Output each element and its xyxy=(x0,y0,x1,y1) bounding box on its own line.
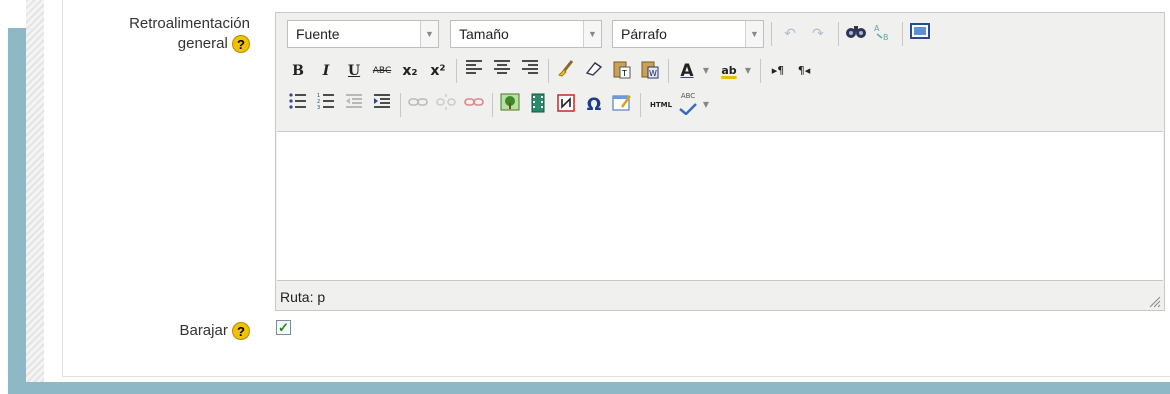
format-select[interactable]: Párrafo ▼ xyxy=(612,20,764,48)
subscript-button[interactable]: x₂ xyxy=(398,59,422,83)
frame-hatch xyxy=(26,0,44,382)
panel-divider xyxy=(62,0,63,376)
html-source-button[interactable]: HTML xyxy=(646,93,676,117)
editor-content-area[interactable] xyxy=(277,131,1163,281)
italic-button[interactable]: I xyxy=(314,59,338,83)
rich-text-editor: Fuente ▼ Tamaño ▼ Párrafo ▼ ↶ ↷ AB B I U… xyxy=(275,12,1165,311)
frame-bottom-border xyxy=(8,382,1170,394)
svg-text:B: B xyxy=(883,33,889,42)
ltr-icon[interactable]: ▸¶ xyxy=(766,59,790,83)
text-color-dropdown-icon[interactable]: ▼ xyxy=(700,59,712,83)
feedback-label-line1: Retroalimentación xyxy=(129,15,250,32)
spellcheck-label: ABC xyxy=(680,92,696,100)
special-char-button[interactable]: Ω xyxy=(582,93,606,117)
chevron-down-icon: ▼ xyxy=(583,21,601,47)
frame-left-border xyxy=(8,28,26,394)
underline-button[interactable]: U xyxy=(342,59,366,83)
replace-icon[interactable]: AB xyxy=(872,22,896,46)
find-icon[interactable] xyxy=(844,22,868,46)
feedback-label-line2-row: general ? xyxy=(72,34,250,54)
bold-button[interactable]: B xyxy=(286,59,310,83)
size-select[interactable]: Tamaño ▼ xyxy=(450,20,602,48)
font-select[interactable]: Fuente ▼ xyxy=(287,20,439,48)
toolbar-separator xyxy=(902,22,903,46)
chevron-down-icon: ▼ xyxy=(420,21,438,47)
align-right-icon[interactable] xyxy=(518,59,542,83)
link-icon[interactable] xyxy=(406,93,430,117)
outdent-icon[interactable] xyxy=(342,93,366,117)
undo-icon[interactable]: ↶ xyxy=(778,22,802,46)
insert-image-icon[interactable] xyxy=(498,93,522,117)
anchor-icon[interactable] xyxy=(462,93,486,117)
cleanup-brush-icon[interactable] xyxy=(554,59,578,83)
feedback-label-line2: general xyxy=(177,35,228,52)
spellcheck-button[interactable]: ABC xyxy=(676,91,700,116)
toolbar-separator xyxy=(668,59,669,83)
spellcheck-dropdown-icon[interactable]: ▼ xyxy=(700,93,712,117)
panel-bottom-line xyxy=(62,376,1170,377)
paste-text-icon[interactable]: T xyxy=(610,59,634,83)
svg-text:3: 3 xyxy=(317,105,320,109)
toolbar-separator xyxy=(771,22,772,46)
numbered-list-icon[interactable]: 123 xyxy=(314,93,338,117)
size-select-value: Tamaño xyxy=(459,26,509,42)
insert-media-icon[interactable] xyxy=(526,93,550,117)
highlight-dropdown-icon[interactable]: ▼ xyxy=(742,59,754,83)
svg-text:T: T xyxy=(621,69,627,78)
svg-text:A: A xyxy=(874,24,880,33)
svg-text:W: W xyxy=(649,69,657,78)
highlight-color-button[interactable]: ab xyxy=(716,59,742,83)
align-left-icon[interactable] xyxy=(462,59,486,83)
toolbar-separator xyxy=(838,22,839,46)
toolbar-separator xyxy=(492,93,493,117)
toolbar-separator xyxy=(400,93,401,117)
toolbar-separator xyxy=(760,59,761,83)
text-color-button[interactable]: A xyxy=(674,59,700,83)
rtl-icon[interactable]: ¶◂ xyxy=(792,59,816,83)
nonbreaking-icon[interactable] xyxy=(554,93,578,117)
toolbar-separator xyxy=(456,59,457,83)
toolbar-separator xyxy=(548,59,549,83)
superscript-button[interactable]: x² xyxy=(426,59,450,83)
feedback-label: Retroalimentación general ? xyxy=(72,14,250,54)
help-icon[interactable]: ? xyxy=(232,35,250,54)
chevron-down-icon: ▼ xyxy=(745,21,763,47)
redo-icon[interactable]: ↷ xyxy=(806,22,830,46)
shuffle-label-row: Barajar ? xyxy=(72,321,250,341)
help-icon[interactable]: ? xyxy=(232,322,250,341)
align-center-icon[interactable] xyxy=(490,59,514,83)
template-icon[interactable] xyxy=(610,93,634,117)
shuffle-checkbox[interactable]: ✓ xyxy=(276,320,291,335)
format-select-value: Párrafo xyxy=(621,26,667,42)
strikethrough-button[interactable]: ABC xyxy=(370,59,394,83)
shuffle-label: Barajar xyxy=(179,322,228,339)
editor-path: Ruta: p xyxy=(280,289,326,305)
resize-grip-icon[interactable] xyxy=(1149,295,1161,308)
paste-word-icon[interactable]: W xyxy=(638,59,662,83)
unlink-icon[interactable] xyxy=(434,93,458,117)
eraser-icon[interactable] xyxy=(582,59,606,83)
bullet-list-icon[interactable] xyxy=(286,93,310,117)
fullscreen-icon[interactable] xyxy=(908,22,932,46)
font-select-value: Fuente xyxy=(296,26,340,42)
indent-icon[interactable] xyxy=(370,93,394,117)
toolbar-separator xyxy=(640,93,641,117)
